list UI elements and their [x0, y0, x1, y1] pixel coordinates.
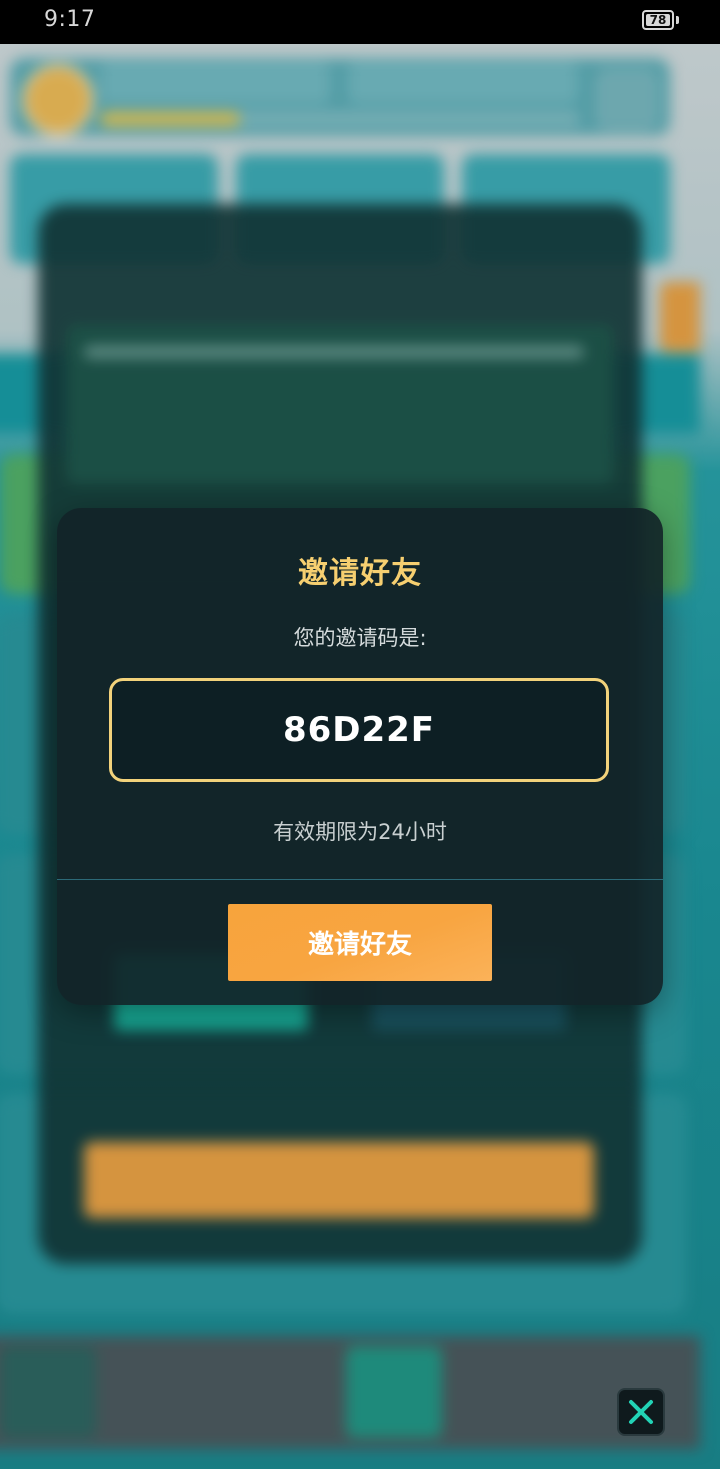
invite-friend-dialog: 邀请好友 您的邀请码是: 86D22F 有效期限为24小时 邀请好友 — [57, 508, 663, 1005]
battery-nub — [676, 16, 679, 24]
close-icon — [629, 1400, 653, 1424]
invite-code-box[interactable]: 86D22F — [109, 678, 609, 782]
dialog-divider — [57, 879, 663, 880]
invite-code-value: 86D22F — [282, 710, 436, 750]
status-time: 9:17 — [44, 7, 96, 32]
battery-icon: 78 — [642, 10, 674, 30]
validity-text: 有效期限为24小时 — [273, 820, 447, 844]
invite-code-label: 您的邀请码是: — [293, 626, 427, 650]
invite-friend-button[interactable]: 邀请好友 — [228, 904, 492, 981]
battery-level: 78 — [649, 13, 667, 27]
status-bar: 9:17 78 — [0, 0, 720, 44]
close-button[interactable] — [617, 1388, 665, 1436]
dialog-title: 邀请好友 — [298, 556, 422, 591]
